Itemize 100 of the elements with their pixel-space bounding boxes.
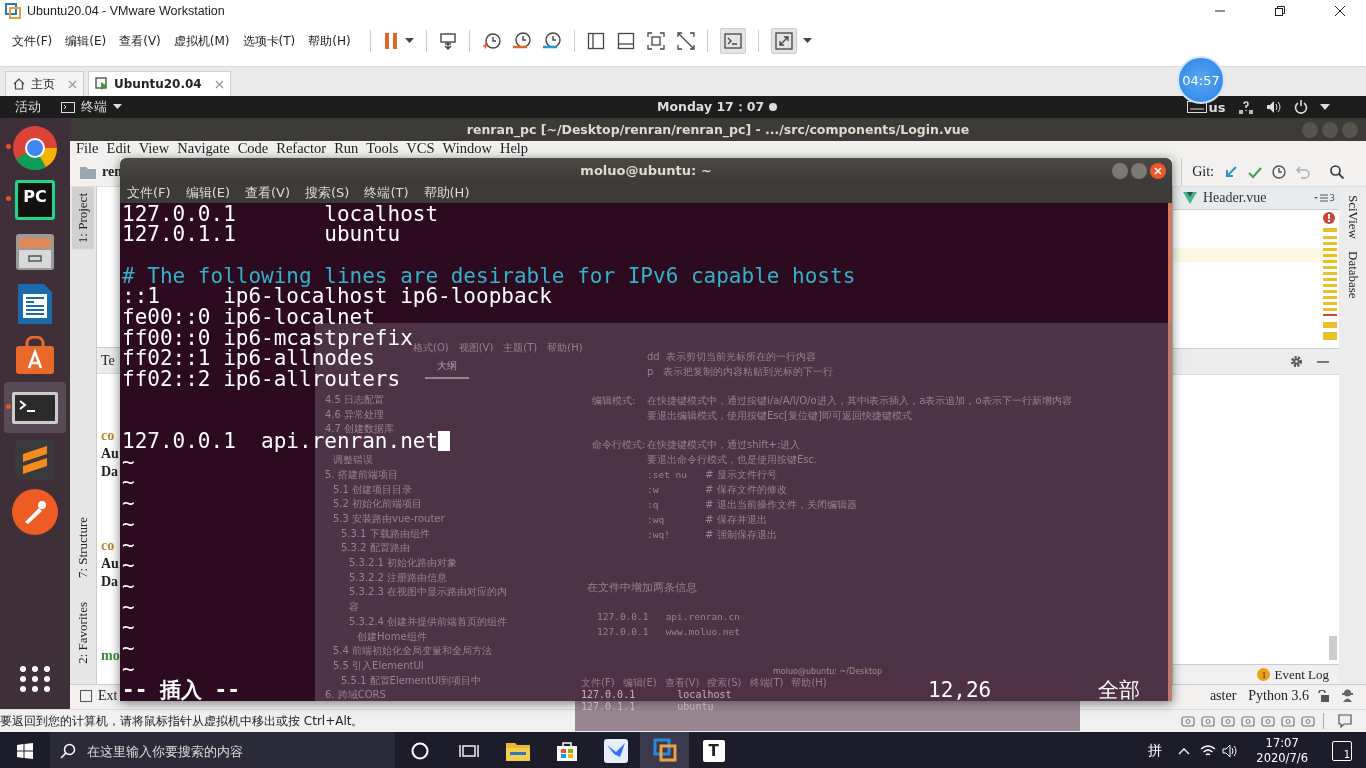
tab[interactable]: 主页	[5, 71, 84, 96]
device-icon[interactable]	[1221, 715, 1235, 727]
update-arrow-icon[interactable]	[1224, 165, 1238, 179]
virtual-machine-icon[interactable]	[95, 77, 109, 91]
vmware-icon[interactable]	[652, 738, 677, 762]
restore-icon[interactable]	[1274, 5, 1286, 17]
clock[interactable]: Monday 17：07	[657, 98, 777, 116]
chrome-icon[interactable]	[12, 124, 58, 171]
no-scale-icon[interactable]	[676, 32, 695, 50]
menu-item[interactable]: 编辑(E)	[185, 183, 230, 202]
outline-tab[interactable]: 大纲	[425, 359, 469, 379]
menu-item[interactable]: 终端(T)	[364, 183, 409, 202]
input-method-indicator[interactable]: 拼	[1148, 742, 1163, 760]
device-icon[interactable]	[1181, 715, 1195, 727]
pycharm-icon[interactable]: PC	[15, 179, 55, 220]
menu-item[interactable]: 编辑(E)	[59, 32, 113, 50]
app-menu[interactable]: 终端	[61, 98, 122, 116]
sublime-icon[interactable]	[15, 439, 55, 480]
menu-item[interactable]: 文件(F)	[127, 183, 171, 202]
bird-app-icon[interactable]	[603, 739, 628, 763]
inspector-figure-icon[interactable]	[1341, 689, 1354, 702]
settings-icon[interactable]	[1290, 355, 1303, 368]
menu-item[interactable]: Window	[442, 141, 492, 156]
console-view-button[interactable]	[719, 28, 746, 54]
pause-icon[interactable]	[382, 32, 399, 50]
revert-snapshot-icon[interactable]	[511, 32, 532, 50]
menu-item[interactable]: Refactor	[276, 141, 327, 156]
menu-item[interactable]: 查看(V)	[113, 32, 167, 50]
menu-item[interactable]: Tools	[366, 141, 399, 156]
tool-window-tab[interactable]: 2: Favorites	[75, 596, 91, 670]
system-clock[interactable]: 17:07 2020/7/6	[1256, 736, 1308, 766]
full-screen-button[interactable]	[770, 28, 797, 54]
search-icon[interactable]	[60, 743, 76, 759]
document-icon[interactable]	[16, 281, 54, 326]
terminal-icon[interactable]	[61, 101, 75, 113]
power-icon[interactable]	[1293, 100, 1308, 114]
menu-item[interactable]: File	[76, 141, 99, 156]
caret-up-icon[interactable]	[1178, 747, 1191, 755]
check-icon[interactable]	[1248, 165, 1262, 179]
tool-window-tab[interactable]: 1: Project	[72, 187, 94, 250]
close-icon[interactable]	[1334, 5, 1346, 17]
menu-item[interactable]: 搜索(S)	[305, 183, 350, 202]
show-applications-icon[interactable]	[19, 665, 51, 693]
tab[interactable]: Ubuntu20.04	[88, 71, 231, 96]
menu-item[interactable]: 帮助(H)	[423, 183, 470, 202]
caret-icon[interactable]	[802, 38, 812, 44]
volume-icon[interactable]	[1265, 100, 1282, 114]
network-icon[interactable]	[1237, 100, 1254, 114]
notification-button[interactable]: 1	[1332, 741, 1352, 761]
wifi-icon[interactable]	[1200, 744, 1217, 758]
menu-item[interactable]: Code	[237, 141, 269, 156]
folder-icon[interactable]	[505, 741, 530, 761]
task-view-icon[interactable]	[458, 743, 479, 759]
tool-window-tab[interactable]: SciView	[1344, 195, 1361, 239]
git-branch[interactable]: aster	[1209, 687, 1237, 704]
home-icon[interactable]	[12, 77, 26, 91]
tool-window-tab[interactable]: Database	[1344, 251, 1361, 299]
close-button[interactable]	[1150, 163, 1166, 179]
shopping-bag-icon[interactable]	[555, 740, 578, 762]
tool-window-tab[interactable]: 7: Structure	[75, 511, 91, 585]
interpreter[interactable]: Python 3.6	[1248, 687, 1309, 704]
menu-item[interactable]: VCS	[406, 141, 435, 156]
caret-icon[interactable]	[113, 104, 122, 110]
history-icon[interactable]	[1272, 165, 1286, 179]
dock-item-highlight[interactable]	[4, 382, 66, 433]
bottom-panel-icon[interactable]	[616, 32, 635, 50]
device-icon[interactable]	[1281, 715, 1295, 727]
editor-tab[interactable]: Header.vue	[1203, 190, 1267, 206]
menu-item[interactable]: Help	[499, 141, 529, 156]
recent-files-button[interactable]: 3	[1314, 193, 1335, 203]
snapshot-icon[interactable]	[481, 32, 502, 50]
activities-button[interactable]: 活动	[15, 98, 41, 116]
menu-item[interactable]: 帮助(H)	[302, 32, 357, 50]
active-app-indicator[interactable]	[640, 732, 689, 768]
panel-title[interactable]: Te	[101, 352, 115, 369]
event-log-button[interactable]: Event Log	[1274, 666, 1329, 683]
windows-logo-icon[interactable]	[17, 743, 33, 759]
caret-icon[interactable]	[1319, 104, 1330, 110]
snapshot-manager-icon[interactable]	[541, 32, 562, 50]
menu-item[interactable]: Run	[334, 141, 359, 156]
sidebar-view-icon[interactable]	[586, 32, 605, 50]
menu-item[interactable]: View	[138, 141, 170, 156]
lock-icon[interactable]	[1317, 689, 1329, 702]
postman-icon[interactable]	[11, 487, 59, 536]
cortana-icon[interactable]	[410, 742, 429, 760]
search-field[interactable]: 在这里输入你要搜索的内容	[50, 732, 395, 768]
menu-item[interactable]: 文件(F)	[6, 32, 59, 50]
app-icon[interactable]: T	[702, 740, 725, 762]
menu-item[interactable]: 虚拟机(M)	[167, 32, 236, 50]
panel-toggle-icon[interactable]	[80, 689, 92, 702]
send-keys-icon[interactable]	[438, 32, 457, 50]
volume-icon[interactable]	[1222, 744, 1239, 758]
device-icon[interactable]	[1201, 715, 1215, 727]
menu-item[interactable]: Navigate	[177, 141, 230, 156]
file-cabinet-icon[interactable]	[14, 231, 56, 272]
menu-item[interactable]: 查看(V)	[245, 183, 291, 202]
menu-item[interactable]: Edit	[106, 141, 131, 156]
device-icon[interactable]	[1261, 715, 1275, 727]
message-icon[interactable]	[1338, 714, 1352, 728]
device-icon[interactable]	[1241, 715, 1255, 727]
